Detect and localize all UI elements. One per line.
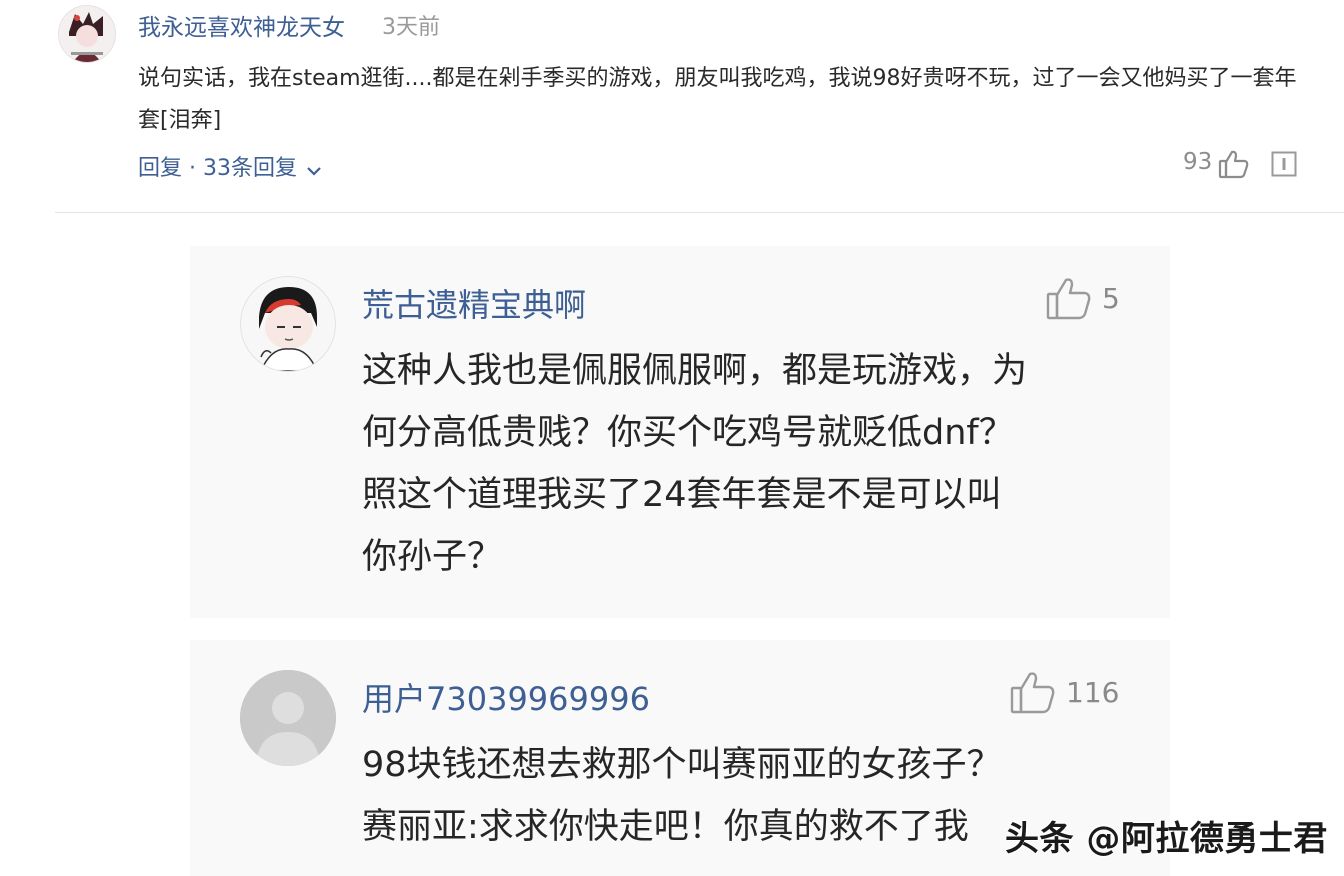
reply-text-line: 照这个道理我买了24套年套是不是可以叫 bbox=[362, 475, 1002, 515]
reply-text-line: 98块钱还想去救那个叫赛丽亚的女孩子？ bbox=[362, 745, 1002, 785]
reply-text: 这种人我也是佩服佩服啊，都是玩游戏，为 何分高低贵贱？你买个吃鸡号就贬低dnf？… bbox=[362, 340, 1152, 588]
reply-link[interactable]: 回复 · 33条回复 bbox=[138, 150, 321, 182]
comment-text: 说句实话，我在steam逛街....都是在剁手季买的游戏，朋友叫我吃鸡，我说98… bbox=[138, 66, 1297, 133]
thumbs-up-icon[interactable] bbox=[1010, 670, 1056, 718]
like-count: 93 bbox=[1183, 149, 1213, 175]
like-count: 116 bbox=[1066, 676, 1120, 709]
more-icon[interactable] bbox=[1271, 151, 1297, 181]
chevron-down-icon bbox=[307, 157, 321, 182]
reply-text-line: 何分高低贵贱？你买个吃鸡号就贬低dnf？ bbox=[362, 413, 1014, 453]
watermark: 头条 @阿拉德勇士君 bbox=[1005, 819, 1328, 859]
main-comment: 我永远喜欢神龙天女 3天前 说句实话，我在steam逛街....都是在剁手季买的… bbox=[0, 0, 1344, 214]
divider bbox=[55, 212, 1344, 213]
comment-username[interactable]: 我永远喜欢神龙天女 bbox=[138, 8, 345, 42]
avatar-illustration bbox=[59, 6, 115, 62]
avatar[interactable] bbox=[240, 670, 336, 766]
avatar-illustration bbox=[241, 277, 335, 371]
avatar[interactable] bbox=[58, 5, 116, 63]
thumbs-up-icon[interactable] bbox=[1218, 149, 1250, 183]
comment-time: 3天前 bbox=[382, 15, 440, 40]
like-count: 5 bbox=[1102, 282, 1120, 315]
reply-text-line: 你孙子？ bbox=[362, 537, 503, 577]
thumbs-up-icon[interactable] bbox=[1046, 276, 1092, 324]
avatar[interactable] bbox=[240, 276, 336, 372]
default-avatar-icon bbox=[240, 670, 336, 766]
reply-username[interactable]: 用户73039969996 bbox=[362, 674, 650, 720]
reply-username[interactable]: 荒古遗精宝典啊 bbox=[362, 280, 586, 326]
reply-link-label: 回复 · 33条回复 bbox=[138, 156, 297, 181]
reply-text-line: 这种人我也是佩服佩服啊，都是玩游戏，为 bbox=[362, 351, 1028, 391]
